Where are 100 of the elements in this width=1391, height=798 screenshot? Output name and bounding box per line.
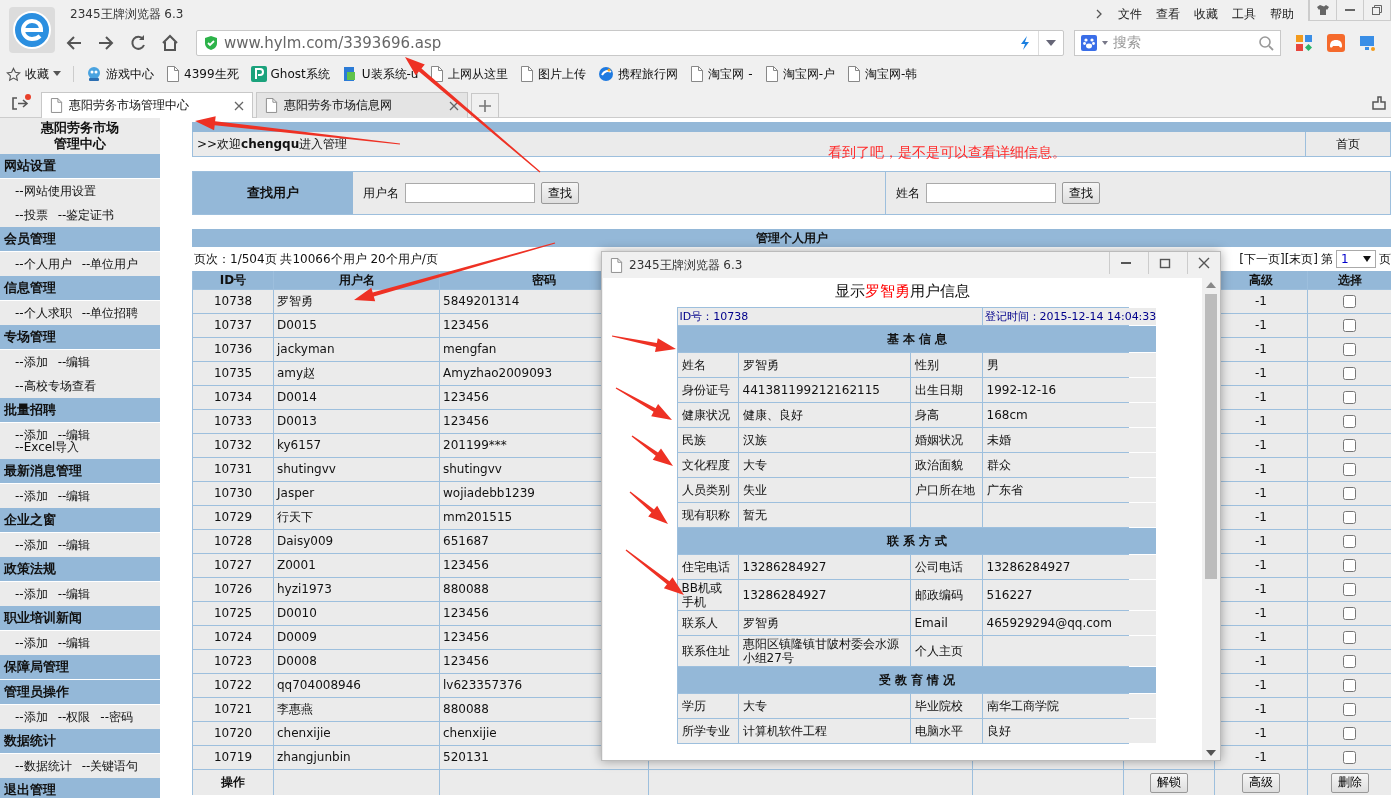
table-cell: D0009 xyxy=(274,626,439,649)
table-cell: 10726 xyxy=(193,578,273,601)
search-button[interactable]: 查找 xyxy=(541,182,579,204)
sidebar-link[interactable]: --数据统计 xyxy=(15,757,72,775)
sidebar-section[interactable]: 专场管理 xyxy=(0,325,160,350)
table-cell: 10736 xyxy=(193,338,273,361)
table-cell: qq704008946 xyxy=(274,674,439,697)
table-cell: 学历 xyxy=(677,694,738,718)
table-cell: 汉族 xyxy=(738,428,910,452)
bookmark-link[interactable]: 携程旅行网 xyxy=(598,65,679,83)
table-cell: 10727 xyxy=(193,554,273,577)
table-cell: hyzi1973 xyxy=(274,578,439,601)
table-cell: zhangjunbin xyxy=(274,746,439,769)
bookmark-link[interactable]: 淘宝网-户 xyxy=(764,65,835,83)
table-cell: 10719 xyxy=(193,746,273,769)
table-cell: 10734 xyxy=(193,386,273,409)
bookmark-link[interactable]: 淘宝网 - xyxy=(690,65,753,83)
sidebar-section[interactable]: 职业培训新闻 xyxy=(0,606,160,631)
sidebar-link[interactable]: --关键语句 xyxy=(81,757,139,775)
search-button[interactable]: 查找 xyxy=(1062,182,1100,204)
table-cell: 441381199212162115 xyxy=(738,378,910,402)
table-cell: 良好 xyxy=(982,719,1157,743)
sidebar-section[interactable]: 政策法规 xyxy=(0,557,160,582)
page-select[interactable]: 1 xyxy=(1336,250,1376,268)
table-cell: jackyman xyxy=(274,338,439,361)
sidebar-section[interactable]: 数据统计 xyxy=(0,729,160,754)
table-cell: 失业 xyxy=(738,478,910,502)
sidebar-link[interactable]: --添加 xyxy=(15,353,48,371)
sidebar-link[interactable]: --权限 xyxy=(57,708,91,726)
sidebar-link[interactable]: --添加 xyxy=(15,487,48,505)
browser-tab[interactable]: 惠阳劳务市场信息网 xyxy=(256,92,468,118)
action-button[interactable]: 删除 xyxy=(1330,772,1369,793)
sidebar-section[interactable]: 企业之窗 xyxy=(0,508,160,533)
menu-item[interactable]: 收藏 xyxy=(1194,5,1218,23)
table-cell: 行天下 xyxy=(274,506,439,529)
sidebar-section[interactable]: 最新消息管理 xyxy=(0,459,160,484)
table-cell: Jasper xyxy=(274,482,439,505)
sidebar-section[interactable]: 管理员操作 xyxy=(0,680,160,705)
sidebar-title: 惠阳劳务市场管理中心 xyxy=(40,119,120,153)
sidebar-link[interactable]: --个人用户 xyxy=(15,255,72,273)
menu-item[interactable]: 查看 xyxy=(1156,5,1180,23)
sidebar-section[interactable]: 批量招聘 xyxy=(0,398,160,423)
menu-item[interactable]: 帮助 xyxy=(1270,5,1294,23)
sidebar-link[interactable]: --鉴定证书 xyxy=(57,206,115,224)
table-cell: 健康状况 xyxy=(677,403,738,427)
bookmark-link[interactable]: 图片上传 xyxy=(520,65,587,83)
sidebar-link[interactable]: --添加 xyxy=(15,585,48,603)
table-cell: 13286284927 xyxy=(738,555,910,579)
table-cell: 性别 xyxy=(910,353,982,377)
sidebar-link[interactable]: --添加 xyxy=(15,708,48,726)
bookmark-link[interactable]: 4399生死 xyxy=(166,65,239,83)
sidebar-link[interactable]: --单位招聘 xyxy=(81,304,139,322)
table-cell: 身高 xyxy=(910,403,982,427)
menu-item[interactable]: 文件 xyxy=(1118,5,1142,23)
field-label: 姓名 xyxy=(896,184,920,202)
sidebar-link[interactable]: --添加 xyxy=(15,536,48,554)
table-cell: ky6157 xyxy=(274,434,439,457)
sidebar-link[interactable]: --网站使用设置 xyxy=(15,182,96,200)
table-cell: 10720 xyxy=(193,722,273,745)
browser-tab[interactable]: 惠阳劳务市场管理中心 xyxy=(41,92,253,118)
table-cell: 电脑水平 xyxy=(910,719,982,743)
sidebar-link[interactable]: --编辑 xyxy=(57,353,91,371)
page-nav-links[interactable]: [下一页][末页] xyxy=(1239,250,1318,268)
table-cell: 姓名 xyxy=(677,353,738,377)
address-bar[interactable]: www.hylm.com/3393696.asp xyxy=(196,30,1064,56)
id-text: ID号：10738 xyxy=(677,308,982,325)
sidebar-link[interactable]: --编辑 xyxy=(57,487,91,505)
table-cell: D0013 xyxy=(274,410,439,433)
table-cell: D0015 xyxy=(274,314,439,337)
sidebar-link[interactable]: --单位用户 xyxy=(81,255,139,273)
table-cell: 计算机软件工程 xyxy=(738,719,910,743)
table-cell: amy赵 xyxy=(274,362,439,385)
section-header: 基 本 信 息 xyxy=(677,326,1157,352)
bookmark-link[interactable]: 游戏中心 xyxy=(86,65,154,83)
table-cell: Email xyxy=(910,611,982,635)
sidebar-link[interactable]: --个人求职 xyxy=(15,304,72,322)
sidebar-link[interactable]: --编辑 xyxy=(57,536,91,554)
sidebar-link[interactable]: --编辑 xyxy=(57,585,91,603)
sidebar-section[interactable]: 信息管理 xyxy=(0,276,160,301)
sidebar-section[interactable]: 网站设置 xyxy=(0,154,160,179)
table-cell: 10730 xyxy=(193,482,273,505)
sidebar-link[interactable]: --密码 xyxy=(100,708,133,726)
menu-item[interactable]: 工具 xyxy=(1232,5,1256,23)
sidebar-link[interactable]: --添加 xyxy=(15,634,48,652)
bookmark-link[interactable]: 淘宝网-韩 xyxy=(846,65,918,83)
sidebar-section[interactable]: 退出管理 xyxy=(0,778,160,798)
sidebar-link[interactable]: --编辑 xyxy=(57,634,91,652)
table-cell: 民族 xyxy=(677,428,738,452)
table-cell: 1992-12-16 xyxy=(982,378,1157,402)
action-button[interactable]: 解锁 xyxy=(1150,772,1188,793)
sidebar-section[interactable]: 会员管理 xyxy=(0,227,160,252)
table-cell: shutingvv xyxy=(274,458,439,481)
sidebar-section[interactable]: 保障局管理 xyxy=(0,655,160,680)
action-button[interactable]: 高级 xyxy=(1242,772,1280,793)
favorites-button[interactable]: 收藏 xyxy=(6,65,61,83)
bookmark-link[interactable]: Ghost系统 xyxy=(250,65,330,83)
sidebar-link[interactable]: --投票 xyxy=(15,206,48,224)
column-header: ID号 xyxy=(193,271,273,289)
home-link[interactable]: 首页 xyxy=(1305,132,1390,156)
sidebar-link[interactable]: --高校专场查看 xyxy=(15,377,96,395)
